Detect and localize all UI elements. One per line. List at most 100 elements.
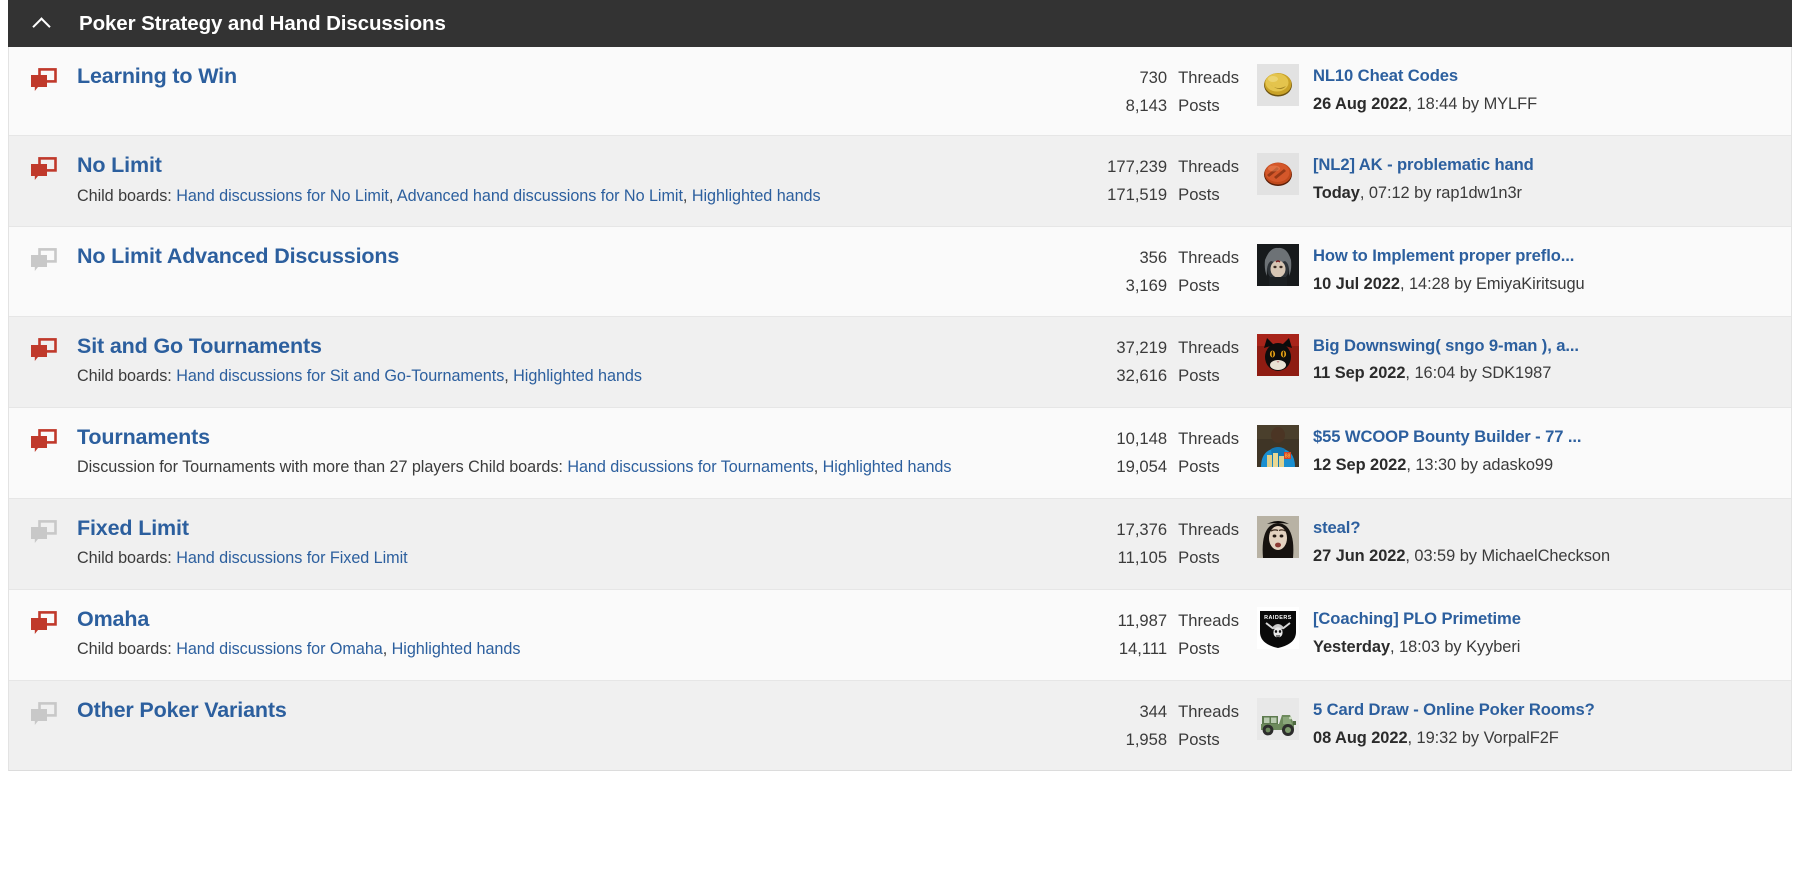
child-board-link[interactable]: Highlighted hands <box>392 640 521 658</box>
board-stats-table: 11,987 Threads 14,111 Posts <box>1118 607 1239 662</box>
board-row[interactable]: No Limit Advanced Discussions 356 Threads 3… <box>9 227 1791 317</box>
avatar[interactable] <box>1257 64 1299 106</box>
board-stats-cell: 37,219 Threads 32,616 Posts <box>982 333 1257 389</box>
last-post-title-link[interactable]: 5 Card Draw - Online Poker Rooms? <box>1313 699 1632 721</box>
last-post-author[interactable]: EmiyaKiritsugu <box>1476 275 1585 293</box>
last-post-cell: RAIDERS [Coaching] PLO Primetime Yesterday… <box>1257 606 1632 658</box>
board-stats-table: 10,148 Threads 19,054 Posts <box>1116 425 1239 480</box>
board-row[interactable]: Sit and Go Tournaments Child boards: Hand… <box>9 316 1791 408</box>
child-board-link[interactable]: Advanced hand discussions for No Limit <box>397 187 683 205</box>
last-post-title-link[interactable]: steal? <box>1313 517 1632 539</box>
avatar[interactable] <box>1257 333 1299 376</box>
threads-label: Threads <box>1178 520 1239 540</box>
child-board-link[interactable]: Hand discussions for Fixed Limit <box>176 549 407 567</box>
last-post-date: 27 Jun 2022 <box>1313 546 1406 565</box>
board-description: Child boards: Hand discussions for No Li… <box>77 186 821 205</box>
last-post-author[interactable]: VorpalF2F <box>1484 729 1559 747</box>
child-board-link[interactable]: Hand discussions for Tournaments <box>567 458 813 476</box>
last-post-text: $55 WCOOP Bounty Builder - 77 ... 12 Sep … <box>1313 425 1632 476</box>
last-post-by-label: by <box>1459 546 1477 565</box>
board-title-link[interactable]: Omaha <box>77 606 149 632</box>
avatar[interactable] <box>1257 698 1299 741</box>
board-title-link[interactable]: Tournaments <box>77 424 210 450</box>
threads-label: Threads <box>1178 337 1239 357</box>
last-post-text: 5 Card Draw - Online Poker Rooms? 08 Aug … <box>1313 698 1632 749</box>
child-board-link[interactable]: Highlighted hands <box>513 367 642 385</box>
board-info-cell: No Limit Advanced Discussions <box>77 243 982 269</box>
child-board-link[interactable]: Hand discussions for Omaha <box>176 640 383 658</box>
last-post-meta: 27 Jun 2022, 03:59 by MichaelCheckson <box>1313 546 1611 565</box>
posts-count: 14,111 <box>1118 638 1168 658</box>
board-title-link[interactable]: Fixed Limit <box>77 515 189 541</box>
board-row[interactable]: No Limit Child boards: Hand discussions f… <box>9 136 1791 228</box>
threads-label: Threads <box>1178 611 1239 631</box>
child-board-link[interactable]: Highlighted hands <box>692 187 821 205</box>
last-post-meta: 11 Sep 2022, 16:04 by SDK1987 <box>1313 364 1552 383</box>
last-post-author[interactable]: Kyyberi <box>1466 638 1520 656</box>
board-description: Child boards: Hand discussions for Fixed… <box>77 545 954 573</box>
forum-board-index: Poker Strategy and Hand Discussions Lear… <box>0 0 1800 892</box>
board-stats-cell: 356 Threads 3,169 Posts <box>982 243 1257 299</box>
last-post-author[interactable]: SDK1987 <box>1481 364 1551 382</box>
last-post-author[interactable]: MichaelCheckson <box>1481 547 1610 565</box>
avatar[interactable] <box>1257 516 1299 559</box>
board-stats-cell: 730 Threads 8,143 Posts <box>982 63 1257 119</box>
board-row[interactable]: Learning to Win 730 Threads 8,143 Posts NL10 … <box>9 47 1791 137</box>
board-stats-table: 37,219 Threads 32,616 Posts <box>1116 334 1239 389</box>
posts-label: Posts <box>1178 276 1220 296</box>
avatar[interactable]: 88 <box>1257 424 1299 467</box>
last-post-date: 26 Aug 2022 <box>1313 94 1408 113</box>
last-post-title-link[interactable]: NL10 Cheat Codes <box>1313 65 1632 87</box>
board-info-cell: No Limit Child boards: Hand discussions f… <box>77 152 982 210</box>
board-stats-table: 344 Threads 1,958 Posts <box>1126 698 1239 753</box>
last-post-author[interactable]: MYLFF <box>1484 95 1538 113</box>
posts-label: Posts <box>1178 365 1220 385</box>
category-header[interactable]: Poker Strategy and Hand Discussions <box>8 0 1792 47</box>
board-row[interactable]: Omaha Child boards: Hand discussions for … <box>9 590 1791 682</box>
last-post-author[interactable]: rap1dw1n3r <box>1436 184 1522 202</box>
threads-stat-row: 177,239 Threads <box>1107 153 1239 181</box>
avatar[interactable]: RAIDERS <box>1257 607 1299 650</box>
last-post-by-label: by <box>1454 275 1472 294</box>
child-board-link[interactable]: Highlighted hands <box>823 458 952 476</box>
avatar[interactable] <box>1257 153 1299 196</box>
last-post-author[interactable]: adasko99 <box>1482 456 1553 474</box>
avatar[interactable] <box>1257 244 1299 287</box>
board-row[interactable]: Tournaments Discussion for Tournaments wi… <box>9 407 1791 500</box>
last-post-title-link[interactable]: How to Implement proper preflo... <box>1313 245 1632 267</box>
threads-stat-row: 11,987 Threads <box>1118 607 1239 635</box>
board-icon-new-posts <box>30 429 57 455</box>
board-stats-cell: 10,148 Threads 19,054 Posts <box>982 424 1257 480</box>
posts-label: Posts <box>1178 638 1220 658</box>
last-post-title-link[interactable]: $55 WCOOP Bounty Builder - 77 ... <box>1313 426 1632 448</box>
board-row[interactable]: Fixed Limit Child boards: Hand discussion… <box>9 499 1791 591</box>
last-post-time: 18:44 <box>1416 94 1458 113</box>
posts-count: 8,143 <box>1125 95 1168 115</box>
board-status-icon-cell <box>9 515 77 546</box>
threads-stat-row: 356 Threads <box>1126 244 1239 272</box>
last-post-title-link[interactable]: [NL2] AK - problematic hand <box>1313 154 1632 176</box>
last-post-by-label: by <box>1444 637 1462 656</box>
board-title-link[interactable]: No Limit Advanced Discussions <box>77 243 399 269</box>
last-post-time: 16:04 <box>1414 364 1456 383</box>
child-board-link[interactable]: Hand discussions for Sit and Go-Tourname… <box>176 367 504 385</box>
board-row[interactable]: Other Poker Variants 344 Threads 1,958 Posts… <box>9 681 1791 770</box>
board-description: Discussion for Tournaments with more tha… <box>77 458 952 477</box>
category-collapse-toggle[interactable] <box>24 7 58 41</box>
board-title-link[interactable]: Learning to Win <box>77 63 237 89</box>
posts-stat-row: 11,105 Posts <box>1116 544 1239 572</box>
last-post-meta: Yesterday, 18:03 by Kyyberi <box>1313 637 1521 656</box>
child-board-link[interactable]: Hand discussions for No Limit <box>176 187 389 205</box>
board-icon-new-posts <box>30 68 57 94</box>
last-post-by-label: by <box>1461 94 1480 113</box>
board-stats-cell: 17,376 Threads 11,105 Posts <box>982 515 1257 571</box>
last-post-by-label: by <box>1460 455 1478 474</box>
board-title-link[interactable]: Sit and Go Tournaments <box>77 333 322 359</box>
last-post-title-link[interactable]: Big Downswing( sngo 9-man ), a... <box>1313 335 1632 357</box>
board-title-link[interactable]: No Limit <box>77 152 162 178</box>
posts-label: Posts <box>1178 95 1220 115</box>
last-post-title-link[interactable]: [Coaching] PLO Primetime <box>1313 608 1632 630</box>
threads-stat-row: 37,219 Threads <box>1116 334 1239 362</box>
board-title-link[interactable]: Other Poker Variants <box>77 697 287 723</box>
last-post-meta: Today, 07:12 by rap1dw1n3r <box>1313 183 1522 202</box>
